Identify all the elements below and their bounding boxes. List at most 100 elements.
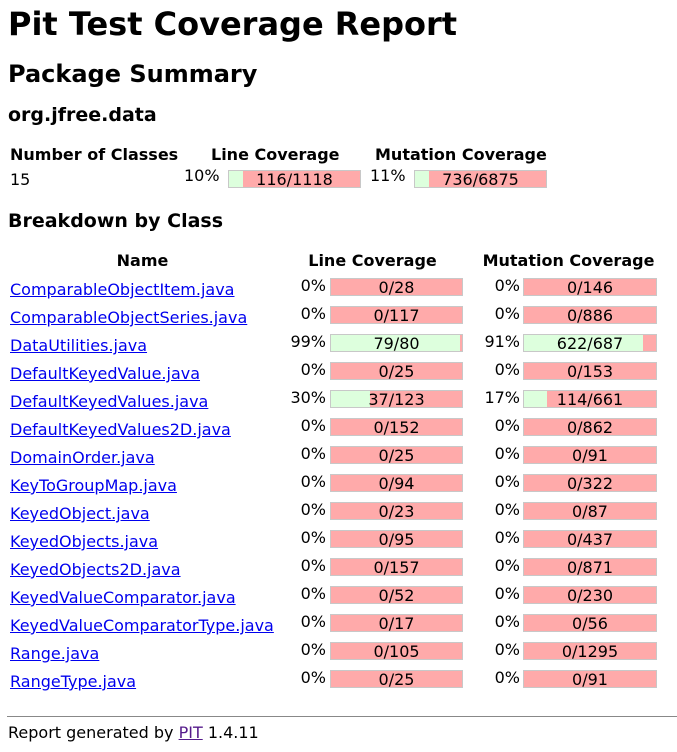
table-row: KeyedValueComparatorType.java 0% 0/17 0% 0/5… — [0, 612, 677, 641]
mutation-coverage-percent: 17% — [484, 388, 520, 407]
line-coverage-percent: 0% — [300, 500, 326, 519]
mutation-coverage-percent: 91% — [484, 332, 520, 351]
class-link[interactable]: KeyedValueComparatorType.java — [10, 616, 274, 636]
breakdown-title: Breakdown by Class — [8, 210, 224, 232]
mutation-coverage-label: 0/230 — [566, 586, 614, 604]
mutation-coverage-percent: 0% — [494, 640, 520, 659]
class-link[interactable]: ComparableObjectItem.java — [10, 280, 234, 300]
line-coverage-label: 0/25 — [378, 446, 415, 464]
mutation-coverage-label: 0/1295 — [561, 642, 619, 660]
line-coverage-bar: 0/25 — [330, 362, 463, 380]
class-link[interactable]: DefaultKeyedValue.java — [10, 364, 200, 384]
class-link[interactable]: KeyedObjects2D.java — [10, 560, 181, 580]
summary-mutation-percent: 11% — [370, 166, 406, 185]
mutation-coverage-bar: 0/437 — [523, 530, 657, 548]
class-link[interactable]: DefaultKeyedValues.java — [10, 392, 208, 412]
mutation-coverage-label: 0/862 — [566, 418, 614, 436]
mutation-coverage-label: 0/87 — [572, 502, 608, 520]
table-row: DomainOrder.java 0% 0/25 0% 0/91 — [0, 444, 677, 473]
table-row: KeyToGroupMap.java 0% 0/94 0% 0/322 — [0, 472, 677, 501]
line-coverage-bar: 0/157 — [330, 558, 463, 576]
class-link[interactable]: DomainOrder.java — [10, 448, 155, 468]
line-coverage-bar: 0/25 — [330, 670, 463, 688]
column-header-line: Line Coverage — [308, 251, 437, 270]
pit-link[interactable]: PIT — [179, 723, 203, 742]
line-coverage-percent: 0% — [300, 472, 326, 491]
line-coverage-label: 0/17 — [378, 614, 415, 632]
line-coverage-bar: 0/105 — [330, 642, 463, 660]
mutation-coverage-label: 0/91 — [572, 446, 608, 464]
footer: Report generated by PIT 1.4.11 — [8, 723, 259, 743]
line-coverage-percent: 0% — [300, 444, 326, 463]
line-coverage-percent: 30% — [290, 388, 326, 407]
line-coverage-percent: 0% — [300, 584, 326, 603]
table-row: KeyedObject.java 0% 0/23 0% 0/87 — [0, 500, 677, 529]
line-coverage-percent: 0% — [300, 528, 326, 547]
table-row: KeyedObjects.java 0% 0/95 0% 0/437 — [0, 528, 677, 557]
mutation-coverage-percent: 0% — [494, 360, 520, 379]
summary-header-line: Line Coverage — [211, 145, 340, 164]
line-coverage-bar: 0/52 — [330, 586, 463, 604]
line-coverage-label: 0/105 — [373, 642, 420, 660]
mutation-coverage-bar: 0/91 — [523, 446, 657, 464]
line-coverage-percent: 0% — [300, 416, 326, 435]
table-row: DefaultKeyedValues2D.java 0% 0/152 0% 0/862 — [0, 416, 677, 445]
mutation-coverage-bar: 114/661 — [523, 390, 657, 408]
line-coverage-bar: 0/17 — [330, 614, 463, 632]
class-link[interactable]: ComparableObjectSeries.java — [10, 308, 247, 328]
line-coverage-bar: 0/25 — [330, 446, 463, 464]
summary-mutation-label: 736/6875 — [442, 170, 519, 188]
mutation-coverage-label: 0/91 — [572, 670, 608, 688]
class-link[interactable]: DataUtilities.java — [10, 336, 147, 356]
summary-mutation-coverage-bar: 736/6875 — [414, 170, 547, 188]
line-coverage-bar: 0/117 — [330, 306, 463, 324]
line-coverage-percent: 0% — [300, 276, 326, 295]
table-row: DefaultKeyedValues.java 30% 37/123 17% 114/6… — [0, 388, 677, 417]
mutation-coverage-bar: 0/322 — [523, 474, 657, 492]
mutation-coverage-label: 0/153 — [566, 362, 614, 380]
footer-prefix: Report generated by — [8, 723, 174, 742]
line-coverage-percent: 0% — [300, 556, 326, 575]
mutation-coverage-label: 622/687 — [556, 334, 624, 352]
line-coverage-bar: 0/95 — [330, 530, 463, 548]
table-row: KeyedObjects2D.java 0% 0/157 0% 0/871 — [0, 556, 677, 585]
mutation-coverage-label: 0/437 — [566, 530, 614, 548]
line-coverage-label: 0/25 — [378, 670, 415, 688]
mutation-coverage-bar: 0/871 — [523, 558, 657, 576]
mutation-coverage-bar: 0/230 — [523, 586, 657, 604]
table-row: ComparableObjectItem.java 0% 0/28 0% 0/146 — [0, 276, 677, 305]
mutation-coverage-bar: 0/146 — [523, 278, 657, 296]
class-link[interactable]: DefaultKeyedValues2D.java — [10, 420, 231, 440]
line-coverage-label: 79/80 — [373, 334, 420, 352]
table-row: ComparableObjectSeries.java 0% 0/117 0% 0/88… — [0, 304, 677, 333]
line-coverage-label: 0/25 — [378, 362, 415, 380]
line-coverage-bar: 0/152 — [330, 418, 463, 436]
mutation-coverage-bar: 0/56 — [523, 614, 657, 632]
line-coverage-bar: 0/94 — [330, 474, 463, 492]
mutation-coverage-percent: 0% — [494, 444, 520, 463]
column-header-name: Name — [116, 251, 169, 270]
summary-header-mutation: Mutation Coverage — [375, 145, 547, 164]
mutation-coverage-label: 0/871 — [566, 558, 614, 576]
class-link[interactable]: RangeType.java — [10, 672, 136, 692]
line-coverage-label: 0/94 — [378, 474, 415, 492]
line-coverage-percent: 0% — [300, 668, 326, 687]
mutation-coverage-label: 114/661 — [556, 390, 624, 408]
line-coverage-label: 0/117 — [373, 306, 420, 324]
mutation-coverage-percent: 0% — [494, 612, 520, 631]
class-link[interactable]: Range.java — [10, 644, 99, 664]
class-link[interactable]: KeyedObject.java — [10, 504, 150, 524]
mutation-coverage-label: 0/886 — [566, 306, 614, 324]
class-link[interactable]: KeyedObjects.java — [10, 532, 158, 552]
line-coverage-label: 0/152 — [373, 418, 420, 436]
mutation-coverage-label: 0/146 — [566, 278, 614, 296]
line-coverage-percent: 99% — [290, 332, 326, 351]
class-link[interactable]: KeyedValueComparator.java — [10, 588, 236, 608]
page-subtitle: Package Summary — [8, 60, 258, 88]
mutation-coverage-label: 0/322 — [566, 474, 614, 492]
mutation-coverage-percent: 0% — [494, 556, 520, 575]
class-link[interactable]: KeyToGroupMap.java — [10, 476, 177, 496]
column-header-mutation: Mutation Coverage — [482, 251, 655, 270]
mutation-coverage-percent: 0% — [494, 276, 520, 295]
mutation-coverage-label: 0/56 — [572, 614, 608, 632]
